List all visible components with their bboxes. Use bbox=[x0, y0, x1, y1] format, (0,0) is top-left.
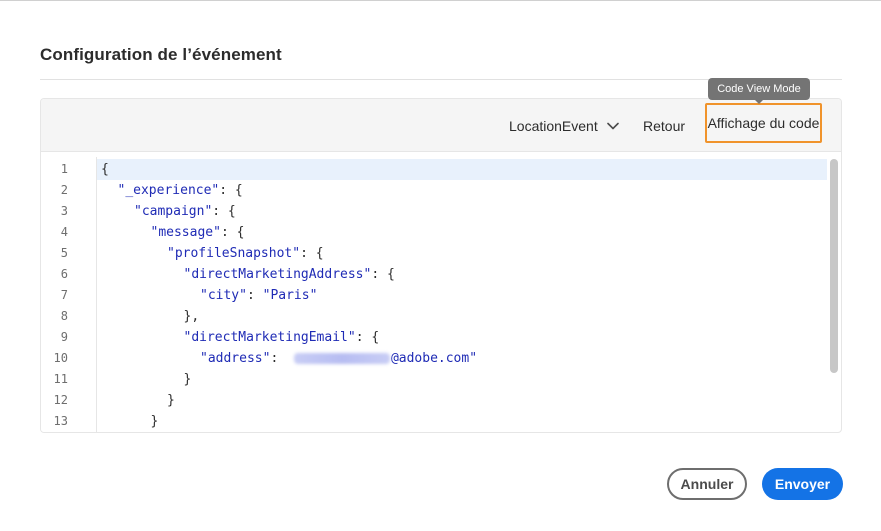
code-line: 11} bbox=[41, 369, 841, 390]
line-number: 6 bbox=[60, 267, 68, 281]
code-line-text: "directMarketingAddress": { bbox=[97, 264, 827, 285]
json-key: "directMarketingEmail" bbox=[183, 330, 356, 345]
code-view-button[interactable]: Affichage du code bbox=[705, 103, 822, 143]
code-line-text: "profileSnapshot": { bbox=[97, 243, 827, 264]
json-punctuation: : { bbox=[355, 330, 380, 345]
json-punctuation: : { bbox=[219, 183, 243, 198]
json-key: "directMarketingAddress" bbox=[183, 267, 372, 282]
scrollbar-thumb[interactable] bbox=[830, 159, 838, 373]
line-number: 5 bbox=[60, 246, 68, 260]
tooltip-arrow bbox=[755, 100, 763, 104]
line-number: 7 bbox=[60, 288, 68, 302]
json-punctuation: } bbox=[183, 372, 192, 387]
line-number: 12 bbox=[53, 393, 68, 407]
line-number: 11 bbox=[53, 372, 68, 386]
code-line: 2 "_experience": { bbox=[41, 180, 841, 201]
json-punctuation: : bbox=[270, 351, 294, 366]
code-view-tooltip: Code View Mode bbox=[708, 78, 810, 100]
json-punctuation: } bbox=[150, 414, 159, 429]
json-string: @adobe.com" bbox=[390, 351, 478, 366]
send-button[interactable]: Envoyer bbox=[762, 468, 843, 500]
code-line-text: "city": "Paris" bbox=[97, 285, 827, 306]
event-select[interactable]: LocationEvent bbox=[509, 99, 598, 152]
json-punctuation: : { bbox=[300, 246, 324, 261]
code-line: 12} bbox=[41, 390, 841, 411]
line-number: 1 bbox=[60, 162, 68, 176]
json-punctuation: { bbox=[101, 162, 109, 177]
code-line-text: } bbox=[97, 411, 827, 432]
line-number: 8 bbox=[60, 309, 68, 323]
redacted-email bbox=[293, 353, 390, 364]
code-line-text: }, bbox=[97, 306, 827, 327]
json-key: "campaign" bbox=[134, 204, 213, 219]
code-line-text: "campaign": { bbox=[97, 201, 827, 222]
code-line: 3 "campaign": { bbox=[41, 201, 841, 222]
code-line: 7 "city": "Paris" bbox=[41, 285, 841, 306]
line-number: 9 bbox=[60, 330, 68, 344]
code-line: 10 "address": @adobe.com" bbox=[41, 348, 841, 369]
code-line-text: "message": { bbox=[97, 222, 827, 243]
editor-toolbar: LocationEvent Retour Affichage du code bbox=[41, 99, 841, 152]
code-editor[interactable]: 1{2 "_experience": {3 "campaign": {4 "messa… bbox=[41, 157, 841, 432]
code-line-text: "directMarketingEmail": { bbox=[97, 327, 827, 348]
code-line-text: { bbox=[97, 159, 827, 180]
json-key: "message" bbox=[150, 225, 221, 240]
chevron-down-icon[interactable] bbox=[607, 99, 619, 152]
event-configuration-dialog: Configuration de l’événement LocationEve… bbox=[0, 0, 881, 531]
line-number: 10 bbox=[53, 351, 68, 365]
code-line: 6 "directMarketingAddress": { bbox=[41, 264, 841, 285]
code-line: 8}, bbox=[41, 306, 841, 327]
code-line: 13} bbox=[41, 411, 841, 432]
editor-panel: LocationEvent Retour Affichage du code 1… bbox=[40, 98, 842, 433]
code-line: 4 "message": { bbox=[41, 222, 841, 243]
json-key: "address" bbox=[200, 351, 271, 366]
line-number: 13 bbox=[53, 414, 68, 428]
code-line-text: } bbox=[97, 390, 827, 411]
line-number: 3 bbox=[60, 204, 68, 218]
json-punctuation: : { bbox=[212, 204, 236, 219]
json-punctuation: : { bbox=[220, 225, 245, 240]
editor-scrollbar[interactable] bbox=[830, 159, 838, 431]
dialog-title: Configuration de l’événement bbox=[40, 45, 282, 64]
line-number: 4 bbox=[60, 225, 68, 239]
code-line-text: "address": @adobe.com" bbox=[97, 348, 827, 369]
json-punctuation: }, bbox=[183, 309, 200, 324]
code-line-text: } bbox=[97, 369, 827, 390]
json-key: "_experience" bbox=[117, 183, 220, 198]
json-punctuation: : bbox=[246, 288, 263, 303]
cancel-button[interactable]: Annuler bbox=[667, 468, 747, 500]
line-number: 2 bbox=[60, 183, 68, 197]
back-button[interactable]: Retour bbox=[643, 99, 685, 152]
code-line: 1{ bbox=[41, 159, 841, 180]
json-punctuation: } bbox=[167, 393, 175, 408]
json-string: "Paris" bbox=[262, 288, 318, 303]
code-line: 5 "profileSnapshot": { bbox=[41, 243, 841, 264]
code-line-text: "_experience": { bbox=[97, 180, 827, 201]
json-punctuation: : { bbox=[371, 267, 395, 282]
code-line: 9 "directMarketingEmail": { bbox=[41, 327, 841, 348]
json-key: "profileSnapshot" bbox=[167, 246, 301, 261]
json-key: "city" bbox=[200, 288, 247, 303]
